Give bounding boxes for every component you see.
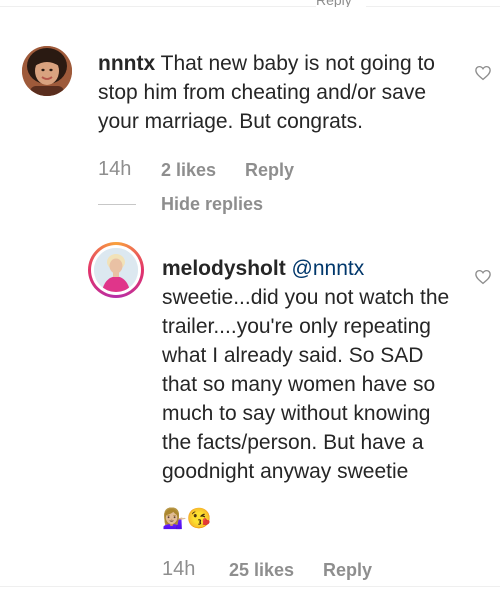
story-ring[interactable]: [88, 242, 144, 298]
comment-body: nnntx That new baby is not going to stop…: [98, 49, 468, 136]
replies-divider: [98, 204, 136, 205]
reply-text: sweetie...did you not watch the trailer.…: [162, 286, 450, 483]
heart-outline-icon[interactable]: [474, 268, 492, 286]
avatar[interactable]: [94, 248, 138, 292]
reply-emojis: 💁🏼‍♀️😘: [162, 508, 212, 530]
divider: [366, 6, 500, 7]
reply-button[interactable]: Reply: [323, 560, 372, 581]
reply-likes[interactable]: 25 likes: [229, 560, 294, 581]
previous-comment-footer: Reply: [0, 0, 500, 8]
comment-meta: 14h 2 likes Reply: [98, 158, 398, 184]
previous-reply-link[interactable]: Reply: [316, 0, 366, 7]
divider: [0, 586, 500, 587]
hide-replies-button[interactable]: Hide replies: [161, 194, 263, 215]
profile-photo-with-story-ring-icon: [94, 248, 138, 292]
reply-username[interactable]: melodysholt: [162, 257, 286, 280]
reply-body: melodysholt @nnntx sweetie...did you not…: [162, 254, 462, 486]
heart-outline-icon[interactable]: [474, 64, 492, 82]
divider: [0, 6, 316, 7]
comment-time: 14h: [98, 158, 132, 180]
avatar[interactable]: [22, 46, 72, 96]
comment-likes[interactable]: 2 likes: [161, 160, 216, 181]
reply-mention[interactable]: @nnntx: [292, 257, 365, 280]
reply-meta: 14h 25 likes Reply: [162, 558, 462, 584]
profile-photo-icon: [22, 46, 72, 96]
comment-username[interactable]: nnntx: [98, 52, 155, 75]
reply-time: 14h: [162, 558, 196, 580]
reply-button[interactable]: Reply: [245, 160, 294, 181]
